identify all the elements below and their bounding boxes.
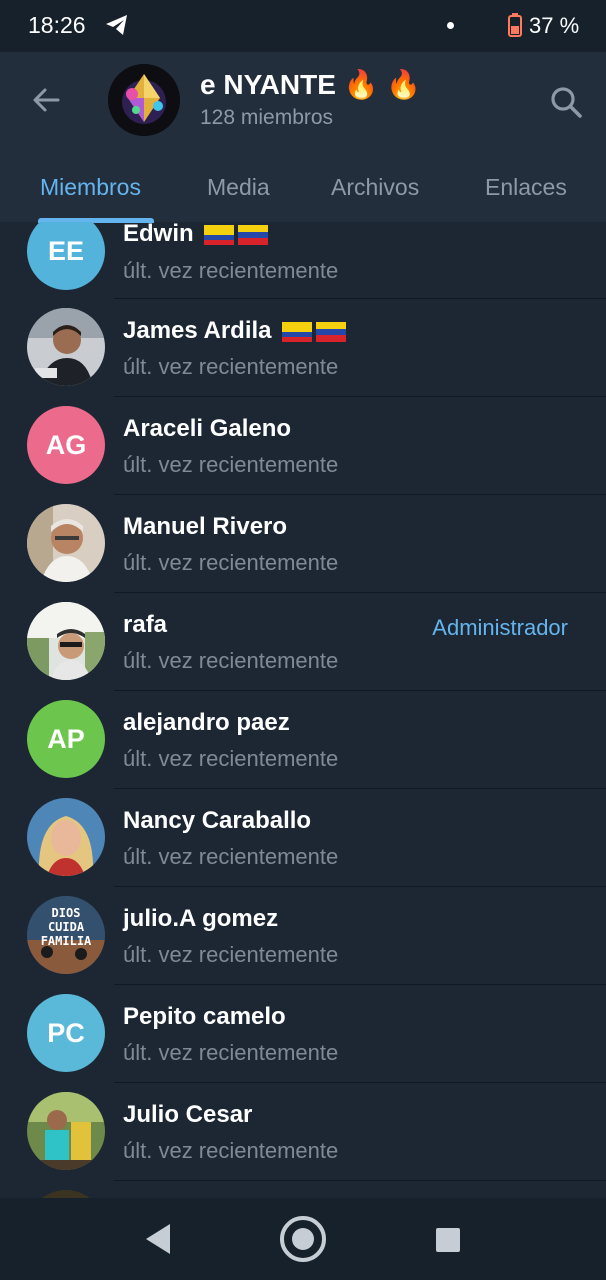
member-name: Edwin [123,222,269,248]
member-name: julio.A gomez [123,905,279,932]
member-count: 128 miembros [200,106,334,129]
status-time: 18:26 [28,12,86,38]
avatar [27,308,105,386]
tab-miembros[interactable]: Miembros [40,174,141,201]
system-nav-bar [0,1198,606,1280]
member-status: últ. vez recientemente [123,942,339,967]
member-status: últ. vez recientemente [123,354,339,379]
search-button[interactable] [544,80,588,124]
avatar-initials: AG [45,429,87,460]
avatar: EE [27,222,105,290]
group-title: e NYANTE 🔥 🔥 [200,69,422,100]
avatar: AP [27,700,105,778]
chat-header: e NYANTE 🔥 🔥 128 miembros Miembros Media… [0,52,606,223]
circle-home-icon [280,1216,326,1262]
nav-back-button[interactable] [140,1220,174,1263]
avatar [27,798,105,876]
member-name: Nancy Caraballo [123,807,312,834]
member-row[interactable]: EE Edwin últ. vez recientemente [0,222,606,299]
ecuador-flag-icon [204,224,235,245]
member-name: Pepito camelo [123,1003,286,1030]
member-status: últ. vez recientemente [123,1138,339,1163]
tab-bar: Miembros Media Archivos Enlaces [0,164,606,223]
battery-icon [508,13,522,42]
member-status: últ. vez recientemente [123,452,339,477]
member-name: Araceli Galeno [123,415,292,442]
venezuela-flag-icon [316,321,347,342]
admin-badge: Administrador [432,615,568,640]
search-icon [551,87,582,118]
member-row[interactable]: DIOS CUIDA FAMILIA julio.A gomez últ. ve… [0,887,606,985]
member-status: últ. vez recientemente [123,550,339,575]
avatar-initials: PC [47,1017,85,1048]
telegram-icon [104,13,130,42]
member-row[interactable] [0,1181,606,1198]
member-row[interactable]: Manuel Rivero últ. vez recientemente [0,495,606,593]
avatar-initials: AP [47,723,85,754]
group-avatar[interactable] [108,64,180,136]
member-name: alejandro paez [123,709,290,736]
avatar [27,504,105,582]
member-name: Manuel Rivero [123,513,288,540]
member-row[interactable]: rafa Administrador últ. vez recientement… [0,593,606,691]
member-row[interactable]: James Ardila últ. vez recientemente [0,299,606,397]
triangle-back-icon [146,1224,170,1254]
colombia-flag-icon [282,321,313,342]
back-button[interactable] [26,80,66,120]
member-status: últ. vez recientemente [123,258,339,283]
nav-recents-button[interactable] [434,1226,462,1259]
avatar [27,1092,105,1170]
notification-dot-icon [447,22,454,29]
members-list[interactable]: EE Edwin últ. vez recientemente James Ar… [0,222,606,1198]
tab-archivos[interactable]: Archivos [331,174,419,201]
screen: 18:26 37 % e NYANTE 🔥 🔥 128 miembros Mie… [0,0,606,1280]
member-status: últ. vez recientemente [123,746,339,771]
arrow-left-icon [33,88,60,112]
member-row[interactable]: Julio Cesar últ. vez recientemente [0,1083,606,1181]
member-status: últ. vez recientemente [123,1040,339,1065]
avatar [27,1190,105,1198]
member-row[interactable]: AG Araceli Galeno últ. vez recientemente [0,397,606,495]
member-row[interactable]: Nancy Caraballo últ. vez recientemente [0,789,606,887]
nav-home-button[interactable] [278,1214,328,1269]
member-row[interactable]: PC Pepito camelo últ. vez recientemente [0,985,606,1083]
avatar: PC [27,994,105,1072]
member-name: James Ardila [123,317,347,345]
venezuela-flag-icon [238,224,269,245]
avatar: DIOS CUIDA FAMILIA [27,896,105,974]
member-status: últ. vez recientemente [123,844,339,869]
avatar-caption: DIOS CUIDA FAMILIA [40,906,92,948]
square-recents-icon [436,1228,460,1252]
avatar [27,602,105,680]
member-status: últ. vez recientemente [123,648,339,673]
member-name: rafa [123,611,168,638]
tab-enlaces[interactable]: Enlaces [485,174,567,201]
status-bar: 18:26 37 % [0,0,606,52]
battery-percent: 37 % [529,13,580,38]
member-row[interactable]: AP alejandro paez últ. vez recientemente [0,691,606,789]
avatar-initials: EE [47,235,85,266]
tab-media[interactable]: Media [207,174,270,201]
member-name: Julio Cesar [123,1101,253,1128]
avatar: AG [27,406,105,484]
